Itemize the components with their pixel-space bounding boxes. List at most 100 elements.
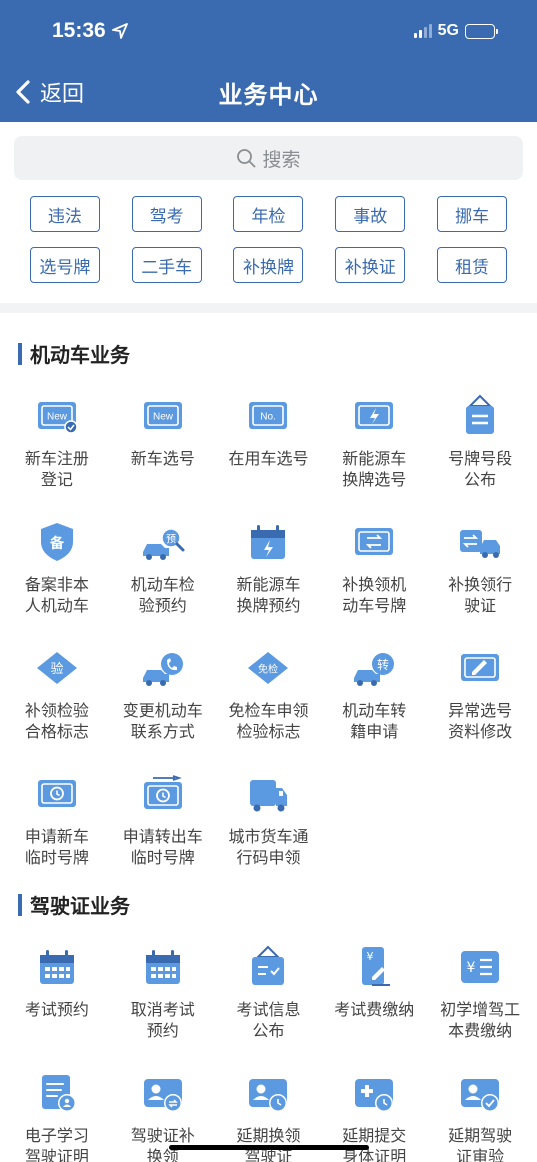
service-item[interactable]: 备备案非本 人机动车 [4,518,110,630]
service-item-label: 异常选号 资料修改 [448,701,513,741]
service-item[interactable]: No. 在用车选号 [216,392,322,504]
search-input[interactable]: 搜索 [14,136,523,180]
inspection-appointment-icon: 预 [139,518,187,566]
section-title-text: 驾驶证业务 [30,894,130,918]
status-indicators: 5G [413,22,498,40]
service-item[interactable]: 考试信息 公布 [216,943,322,1055]
tag-chip[interactable]: 挪车 [437,196,508,232]
tag-chip[interactable]: 补换证 [335,247,406,283]
service-item[interactable]: New 新车选号 [110,392,216,504]
service-item-label: 在用车选号 [228,449,309,468]
network-label: 5G [437,22,459,39]
signal-icon [413,24,432,38]
service-item-label: 取消考试 预约 [130,1000,195,1040]
service-item-label: 机动车检 验预约 [130,575,195,615]
plate-range-notice-icon [456,392,504,440]
service-item[interactable]: 转机动车转 籍申请 [321,644,427,756]
service-item[interactable]: 验补领检验 合格标志 [4,644,110,756]
inspection-diamond-icon: 验 [33,644,81,692]
svg-text:¥: ¥ [467,960,476,976]
license-swap-icon [139,1069,187,1117]
service-item-label: 补领检验 合格标志 [24,701,89,741]
plate-number-icon: No. [244,392,292,440]
truck-pass-icon [244,770,292,818]
svg-text:New: New [47,412,68,423]
location-arrow-icon [111,23,128,39]
service-item[interactable]: ¥ 考试费缴纳 [321,943,427,1055]
service-item[interactable]: 免检 免检车申领 检验标志 [216,644,322,756]
ev-calendar-icon [244,518,292,566]
service-item[interactable]: 新能源车 换牌预约 [216,518,322,630]
new-plate-register-icon: New [33,392,81,440]
svg-text:预: 预 [166,534,176,546]
search-area: 搜索 [0,122,537,180]
exam-notice-icon [244,943,292,991]
temp-plate-out-icon [139,770,187,818]
tag-chip[interactable]: 年检 [233,196,304,232]
service-item-label: 备案非本 人机动车 [24,575,89,615]
battery-icon [465,23,498,39]
service-item-label: 延期换领 驾驶证 [236,1126,301,1162]
service-item-label: 补换领行 驶证 [448,575,513,615]
home-indicator [169,1145,369,1150]
quick-tags: 违法 驾考 年检 事故 挪车选号牌 二手车 补换牌 补换证 租赁 [0,180,537,303]
service-item[interactable]: ¥ 初学增驾工 本费缴纳 [427,943,533,1055]
license-verify-icon [456,1069,504,1117]
service-item-label: 初学增驾工 本费缴纳 [440,1000,521,1040]
tag-chip[interactable]: 违法 [29,196,100,232]
service-item-label: 新能源车 换牌选号 [342,449,407,489]
service-item-label: 新车注册 登记 [24,449,89,489]
service-item-label: 驾驶证补 换领 [130,1126,195,1162]
service-item[interactable]: 新能源车 换牌选号 [321,392,427,504]
service-item[interactable]: 变更机动车 联系方式 [110,644,216,756]
service-grid: New 新车注册 登记 New 新车选号 No. 在用车选号 新能源车 换牌选号 号牌号段 公布备备… [0,384,537,882]
service-item[interactable]: 申请转出车 临时号牌 [110,770,216,882]
service-item[interactable]: 异常选号 资料修改 [427,644,533,756]
service-item-label: 考试预约 [24,1000,89,1019]
search-placeholder: 搜索 [262,148,301,171]
service-item[interactable]: 预机动车检 验预约 [110,518,216,630]
temp-plate-clock-icon [33,770,81,818]
status-bar: 15:36 5G [0,0,537,62]
service-item[interactable]: 考试预约 [4,943,110,1055]
service-item-label: 机动车转 籍申请 [342,701,407,741]
tag-chip[interactable]: 补换牌 [233,247,304,283]
service-item-label: 申请新车 临时号牌 [24,827,89,867]
service-item[interactable]: 申请新车 临时号牌 [4,770,110,882]
service-item-label: 新车选号 [130,449,195,468]
service-item[interactable]: 补换领机 动车号牌 [321,518,427,630]
service-item[interactable]: 补换领行 驶证 [427,518,533,630]
svg-text:转: 转 [377,657,389,672]
tag-chip[interactable]: 选号牌 [29,247,100,283]
fee-list-icon: ¥ [456,943,504,991]
section-title-text: 机动车业务 [30,343,130,367]
service-item-label: 电子学习 驾驶证明 [24,1126,89,1162]
exempt-inspection-icon: 免检 [244,644,292,692]
svg-text:¥: ¥ [367,950,374,963]
service-item[interactable]: 电子学习 驾驶证明 [4,1069,110,1162]
service-item[interactable]: 号牌号段 公布 [427,392,533,504]
service-item-label: 城市货车通 行码申领 [228,827,309,867]
service-item[interactable]: 延期驾驶 证审验 [427,1069,533,1162]
service-item[interactable]: 取消考试 预约 [110,943,216,1055]
section-license: 驾驶证业务 考试预约 取消考试 预约 考试信息 公布 ¥ 考试费缴纳 ¥ 初学增驾工 本费缴纳 电子… [0,882,537,1162]
ev-plate-icon [350,392,398,440]
nav-bar: 返回 业务中心 [0,62,537,122]
header: 15:36 5G 返回 业务中心 [0,0,537,122]
back-label: 返回 [40,82,85,107]
chevron-left-icon [16,80,30,104]
filing-shield-icon: 备 [33,518,81,566]
new-plate-select-icon: New [139,392,187,440]
service-item-label: 申请转出车 临时号牌 [122,827,203,867]
divider [0,303,537,313]
license-delay-icon [244,1069,292,1117]
car-license-swap-icon [456,518,504,566]
back-button[interactable]: 返回 [14,76,84,108]
tag-chip[interactable]: 事故 [335,196,406,232]
tag-chip[interactable]: 二手车 [131,247,202,283]
service-item[interactable]: 城市货车通 行码申领 [216,770,322,882]
service-item[interactable]: New 新车注册 登记 [4,392,110,504]
tag-chip[interactable]: 租赁 [437,247,508,283]
tag-chip[interactable]: 驾考 [131,196,202,232]
e-study-icon [33,1069,81,1117]
